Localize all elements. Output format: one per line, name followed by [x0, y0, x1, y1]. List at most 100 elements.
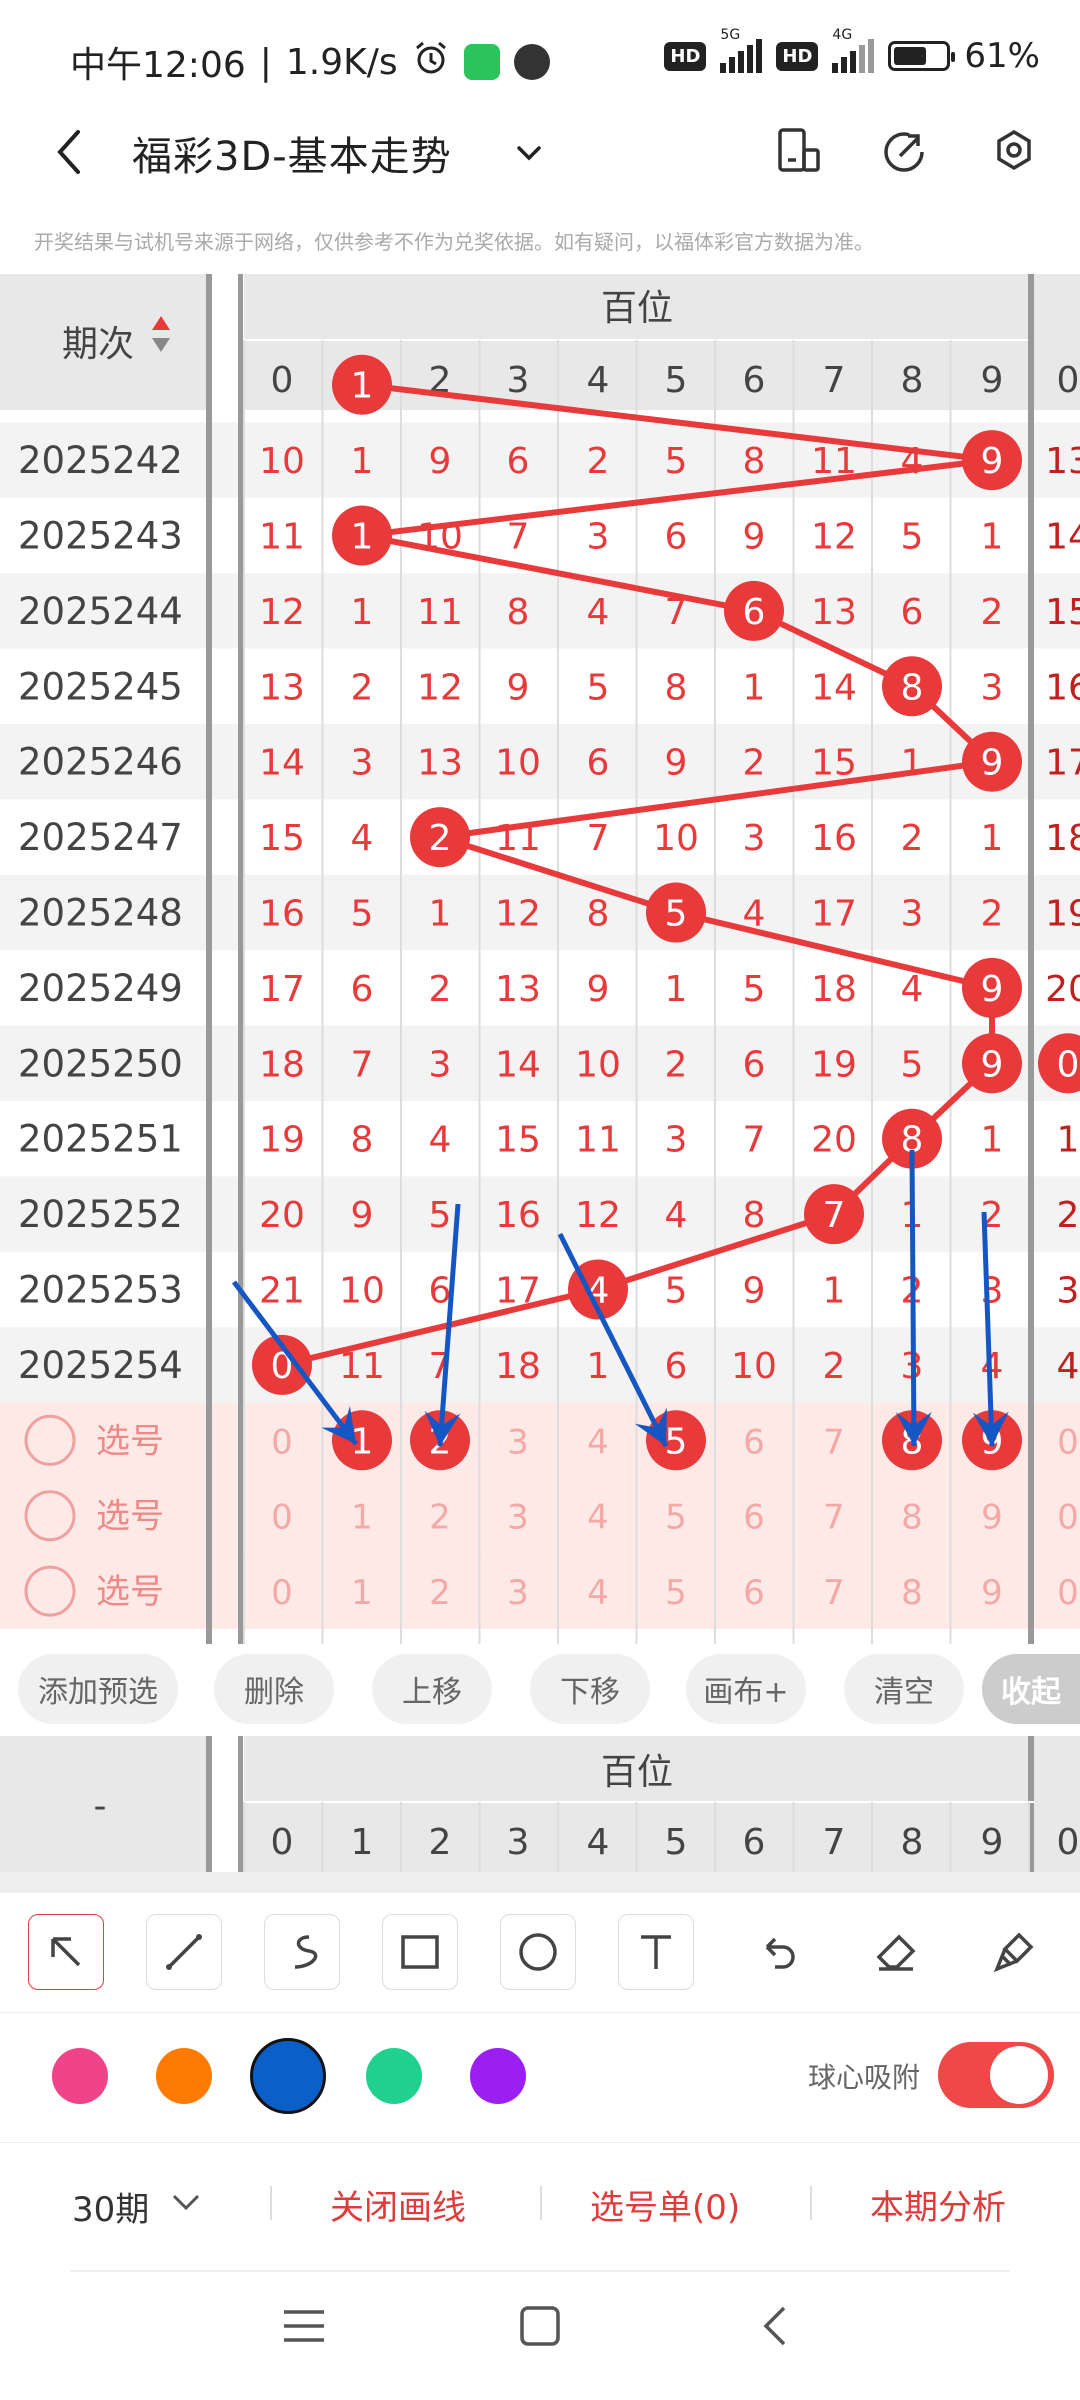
pick-ball[interactable]: 0 [271, 1498, 293, 1538]
miss-count: 4 [665, 1195, 688, 1236]
clear-button[interactable]: 清空 [844, 1654, 964, 1724]
color-swatch[interactable] [156, 2048, 212, 2104]
pick-label[interactable]: 选号 [96, 1497, 164, 1537]
color-swatch[interactable] [250, 2038, 326, 2114]
miss-count: 2 [351, 667, 374, 708]
undo-icon [765, 1937, 795, 1969]
pick-ball[interactable]: 2 [429, 1573, 451, 1613]
pick-ball[interactable]: 0 [271, 1573, 293, 1613]
menu-icon[interactable] [282, 2306, 326, 2346]
circle-tool[interactable] [500, 1914, 576, 1990]
home-icon[interactable] [518, 2306, 562, 2346]
pick-label[interactable]: 选号 [96, 1421, 164, 1461]
chevron-down-icon[interactable] [514, 138, 544, 168]
text-tool[interactable] [618, 1914, 694, 1990]
pick-ball[interactable]: 4 [587, 1422, 609, 1462]
miss-count: 18 [495, 1346, 541, 1387]
pick-ball[interactable]: 5 [665, 1498, 687, 1538]
miss-count: 1 [665, 969, 688, 1010]
miss-count: 7 [743, 1120, 766, 1161]
column-divider [238, 1736, 243, 1892]
miss-count: 18 [259, 1044, 305, 1085]
page-title[interactable]: 福彩3D-基本走势 [132, 124, 452, 182]
color-swatch[interactable] [52, 2048, 108, 2104]
period-selector[interactable]: 30期 [72, 2182, 149, 2231]
close-lines-button[interactable]: 关闭画线 [330, 2180, 466, 2229]
pick-ball[interactable]: 0 [1057, 1498, 1079, 1538]
share-icon[interactable] [880, 124, 928, 178]
miss-count: 3 [981, 667, 1004, 708]
snap-toggle-knob[interactable] [990, 2046, 1048, 2104]
canvas-add-button[interactable]: 画布+ [686, 1654, 806, 1724]
digit-header: 0 [1057, 1822, 1080, 1863]
miss-count: 6 [665, 1346, 688, 1387]
pick-ball[interactable]: 9 [981, 1573, 1003, 1613]
trend-chart[interactable]: 期次百位012345678902025242101962581141320252… [0, 274, 1080, 1644]
pick-ball[interactable]: 4 [587, 1498, 609, 1538]
miss-count: 21 [259, 1271, 305, 1312]
delete-button[interactable]: 删除 [214, 1654, 334, 1724]
add-preselect-button[interactable]: 添加预选 [18, 1654, 178, 1724]
miss-count: 9 [351, 1195, 374, 1236]
undo-tool[interactable] [740, 1914, 816, 1990]
move-up-button[interactable]: 上移 [372, 1654, 492, 1724]
grid2-period-header: - [94, 1786, 107, 1827]
pick-list-button[interactable]: 选号单(0) [590, 2180, 740, 2229]
miss-count: 10 [731, 1346, 777, 1387]
miss-count: 5 [665, 441, 688, 482]
miss-count: 3 [1057, 1271, 1080, 1312]
miss-count: 15 [1045, 592, 1080, 633]
pick-ball[interactable]: 9 [981, 1498, 1003, 1538]
grid2-row-hint [0, 1872, 1080, 1892]
layout-icon[interactable] [774, 124, 822, 178]
pick-ball[interactable]: 8 [901, 1498, 923, 1538]
miss-count: 17 [811, 894, 857, 935]
pick-ball[interactable]: 0 [1057, 1573, 1079, 1613]
trend-grid-svg[interactable]: 期次百位012345678902025242101962581141320252… [0, 274, 1080, 1644]
pick-ball[interactable]: 5 [665, 1573, 687, 1613]
pick-ball[interactable]: 4 [587, 1573, 609, 1613]
eraser-tool[interactable] [858, 1914, 934, 1990]
clear-brush-tool[interactable] [976, 1914, 1052, 1990]
collapse-button[interactable]: 收起 [982, 1654, 1080, 1724]
pick-ball[interactable]: 6 [743, 1573, 765, 1613]
pick-ball[interactable]: 6 [743, 1498, 765, 1538]
pick-ball-number[interactable]: 5 [665, 1421, 688, 1462]
pick-ball[interactable]: 2 [429, 1498, 451, 1538]
pick-ball[interactable]: 0 [271, 1422, 293, 1462]
pick-ball[interactable]: 7 [823, 1498, 845, 1538]
settings-icon[interactable] [990, 124, 1038, 178]
miss-count: 9 [429, 441, 452, 482]
miss-count: 14 [259, 743, 305, 784]
battery-icon [888, 41, 956, 71]
period-analysis-button[interactable]: 本期分析 [870, 2180, 1006, 2229]
pick-ball[interactable]: 3 [507, 1573, 529, 1613]
pick-ball[interactable]: 8 [901, 1573, 923, 1613]
pick-ball[interactable]: 0 [1057, 1422, 1079, 1462]
color-swatch[interactable] [366, 2048, 422, 2104]
period-label: 2025254 [18, 1344, 183, 1387]
curve-tool[interactable] [264, 1914, 340, 1990]
pick-ball[interactable]: 6 [743, 1422, 765, 1462]
pointer-tool[interactable] [28, 1914, 104, 1990]
pick-ball[interactable]: 1 [351, 1498, 373, 1538]
pick-ball[interactable]: 7 [823, 1573, 845, 1613]
pick-label[interactable]: 选号 [96, 1572, 164, 1612]
miss-count: 9 [743, 1271, 766, 1312]
color-swatch[interactable] [470, 2048, 526, 2104]
miss-count: 17 [259, 969, 305, 1010]
chevron-down-icon[interactable] [170, 2192, 202, 2214]
miss-count: 13 [811, 592, 857, 633]
miss-count: 8 [743, 441, 766, 482]
back-nav-icon[interactable] [760, 2306, 790, 2346]
line-tool[interactable] [146, 1914, 222, 1990]
miss-count: 5 [665, 1271, 688, 1312]
pick-ball[interactable]: 3 [507, 1498, 529, 1538]
pick-ball[interactable]: 1 [351, 1573, 373, 1613]
back-arrow-icon[interactable] [48, 122, 88, 182]
pick-ball[interactable]: 7 [823, 1422, 845, 1462]
move-down-button[interactable]: 下移 [530, 1654, 650, 1724]
rectangle-icon [401, 1935, 439, 1969]
rectangle-tool[interactable] [382, 1914, 458, 1990]
pick-ball[interactable]: 3 [507, 1422, 529, 1462]
